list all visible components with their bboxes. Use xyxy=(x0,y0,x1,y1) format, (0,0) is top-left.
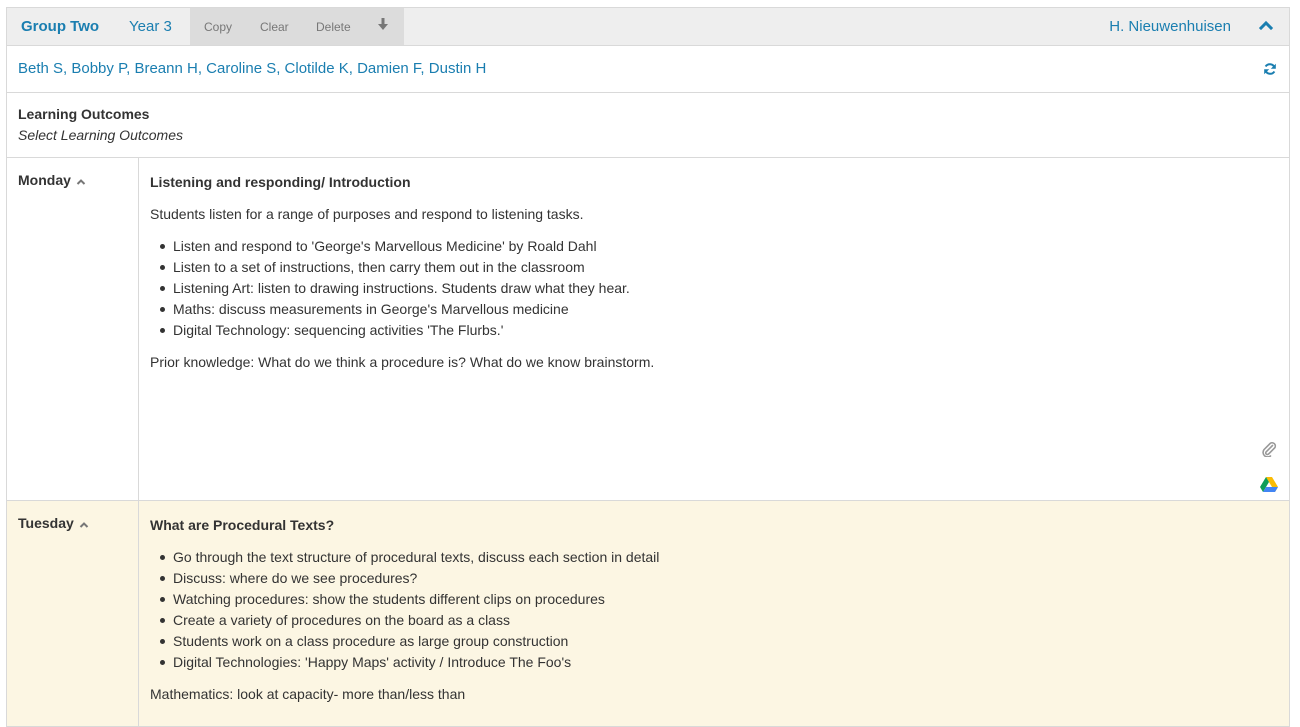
action-button-group: Copy Clear Delete xyxy=(190,8,404,45)
column-divider xyxy=(138,158,139,500)
day-row-monday: Monday Listening and responding/ Introdu… xyxy=(7,158,1289,501)
list-item: Digital Technologies: 'Happy Maps' activ… xyxy=(160,652,1249,673)
day-name: Tuesday xyxy=(18,515,74,531)
list-item: Watching procedures: show the students d… xyxy=(160,589,1249,610)
download-icon[interactable] xyxy=(377,18,389,32)
chevron-up-icon[interactable] xyxy=(1259,20,1273,30)
column-divider xyxy=(138,501,139,726)
refresh-icon[interactable] xyxy=(1263,62,1277,76)
group-name-link[interactable]: Group Two xyxy=(21,18,99,35)
planner-panel: Group Two Year 3 Copy Clear Delete H. Ni… xyxy=(6,7,1290,727)
lesson-outro: Mathematics: look at capacity- more than… xyxy=(150,686,466,702)
list-item: Students work on a class procedure as la… xyxy=(160,631,1249,652)
list-item: Digital Technology: sequencing activitie… xyxy=(160,320,1249,341)
google-drive-icon[interactable] xyxy=(1260,476,1278,492)
paperclip-icon[interactable] xyxy=(1261,441,1277,457)
list-item: Listen to a set of instructions, then ca… xyxy=(160,257,1249,278)
lesson-title: Listening and responding/ Introduction xyxy=(150,174,411,190)
copy-button[interactable]: Copy xyxy=(204,20,232,34)
delete-button[interactable]: Delete xyxy=(316,20,351,34)
teacher-link[interactable]: H. Nieuwenhuisen xyxy=(1109,18,1231,35)
year-level-link[interactable]: Year 3 xyxy=(129,18,172,35)
chevron-up-icon[interactable] xyxy=(76,178,86,185)
lesson-activity-list: Go through the text structure of procedu… xyxy=(150,547,1249,673)
list-item: Maths: discuss measurements in George's … xyxy=(160,299,1249,320)
clear-button[interactable]: Clear xyxy=(260,20,289,34)
day-name: Monday xyxy=(18,172,71,188)
list-item: Create a variety of procedures on the bo… xyxy=(160,610,1249,631)
day-row-tuesday: Tuesday What are Procedural Texts? Go th… xyxy=(7,501,1289,726)
chevron-up-icon[interactable] xyxy=(79,521,89,528)
lesson-activity-list: Listen and respond to 'George's Marvello… xyxy=(150,236,1249,341)
learning-outcomes-section: Learning Outcomes Select Learning Outcom… xyxy=(7,93,1289,158)
lesson-content-monday[interactable]: Listening and responding/ Introduction S… xyxy=(150,172,1249,384)
students-list[interactable]: Beth S, Bobby P, Breann H, Caroline S, C… xyxy=(18,60,486,77)
lesson-content-tuesday[interactable]: What are Procedural Texts? Go through th… xyxy=(150,515,1249,716)
group-header: Group Two Year 3 Copy Clear Delete H. Ni… xyxy=(7,8,1289,46)
select-learning-outcomes-link[interactable]: Select Learning Outcomes xyxy=(18,127,183,143)
lesson-title: What are Procedural Texts? xyxy=(150,517,335,533)
lesson-intro: Students listen for a range of purposes … xyxy=(150,206,584,222)
list-item: Listening Art: listen to drawing instruc… xyxy=(160,278,1249,299)
day-label-monday: Monday xyxy=(18,172,86,188)
list-item: Go through the text structure of procedu… xyxy=(160,547,1249,568)
learning-outcomes-title: Learning Outcomes xyxy=(18,106,150,122)
day-label-tuesday: Tuesday xyxy=(18,515,89,531)
lesson-outro: Prior knowledge: What do we think a proc… xyxy=(150,354,655,370)
students-row: Beth S, Bobby P, Breann H, Caroline S, C… xyxy=(7,46,1289,93)
list-item: Listen and respond to 'George's Marvello… xyxy=(160,236,1249,257)
list-item: Discuss: where do we see procedures? xyxy=(160,568,1249,589)
